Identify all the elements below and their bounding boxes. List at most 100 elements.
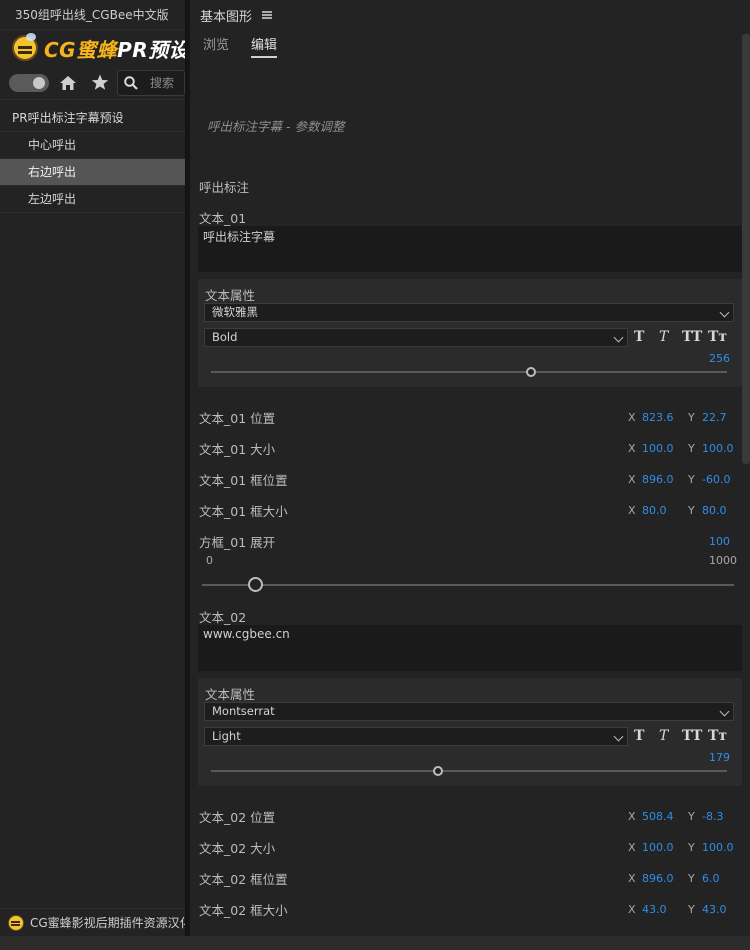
- y-value[interactable]: 43.0: [702, 903, 727, 916]
- faux-bold-button[interactable]: T: [634, 329, 644, 345]
- brand-cg-text: CG蜜蜂: [44, 37, 118, 62]
- font-size-slider[interactable]: [211, 770, 727, 772]
- x-value[interactable]: 43.0: [642, 903, 667, 916]
- y-value[interactable]: 6.0: [702, 872, 720, 885]
- x-value[interactable]: 823.6: [642, 411, 674, 424]
- expand-min: 0: [206, 554, 213, 567]
- font-size-slider[interactable]: [211, 371, 727, 373]
- font-size-value[interactable]: 179: [709, 751, 730, 764]
- faux-bold-button[interactable]: T: [634, 728, 644, 744]
- x-axis-label: X: [628, 504, 636, 517]
- y-value[interactable]: 100.0: [702, 841, 734, 854]
- param-label: 文本_02 大小: [199, 841, 276, 856]
- tab-edit[interactable]: 编辑: [251, 30, 278, 62]
- param-label: 文本_01 框位置: [199, 473, 288, 488]
- x-value[interactable]: 896.0: [642, 473, 674, 486]
- bee-icon: [12, 33, 38, 61]
- home-icon: [60, 75, 76, 90]
- preset-tree: PR呼出标注字幕预设 中心呼出 右边呼出 左边呼出: [0, 104, 185, 213]
- font-size-slider-handle[interactable]: [433, 766, 444, 776]
- home-button[interactable]: [55, 70, 81, 96]
- font-size-slider-handle[interactable]: [525, 367, 536, 377]
- x-axis-label: X: [628, 903, 636, 916]
- tree-item-right[interactable]: 右边呼出: [0, 159, 185, 186]
- presets-panel: 350组呼出线_CGBee中文版 CG蜜蜂PR预设库 搜索 PR呼出标注字幕预设…: [0, 0, 186, 950]
- x-axis-label: X: [628, 810, 636, 823]
- small-caps-button[interactable]: Tт: [708, 728, 727, 744]
- x-axis-label: X: [628, 442, 636, 455]
- font-family-select[interactable]: Montserrat: [204, 702, 734, 721]
- y-axis-label: Y: [688, 504, 695, 517]
- x-value[interactable]: 100.0: [642, 442, 674, 455]
- param-label: 文本_01 大小: [199, 442, 276, 457]
- y-axis-label: Y: [688, 411, 695, 424]
- favorites-button[interactable]: [87, 70, 113, 96]
- panel-header: 基本图形: [190, 0, 750, 30]
- x-axis-label: X: [628, 872, 636, 885]
- font-style-select[interactable]: Bold: [204, 328, 628, 347]
- panel-title: 350组呼出线_CGBee中文版: [0, 0, 185, 30]
- search-placeholder: 搜索: [150, 76, 175, 90]
- text2-label: 文本_02: [199, 610, 247, 625]
- font-family-value: 微软雅黑: [212, 305, 258, 319]
- y-axis-label: Y: [688, 442, 695, 455]
- font-family-value: Montserrat: [212, 704, 275, 718]
- expand-slider-handle[interactable]: [247, 577, 263, 592]
- font-style-value: Light: [212, 729, 241, 743]
- x-axis-label: X: [628, 473, 636, 486]
- font-family-select[interactable]: 微软雅黑: [204, 303, 734, 322]
- small-caps-button[interactable]: Tт: [708, 329, 727, 345]
- panel-title: 基本图形: [200, 9, 253, 25]
- search-input[interactable]: 搜索: [117, 69, 185, 96]
- y-value[interactable]: -8.3: [702, 810, 723, 823]
- param-label: 文本_01 框大小: [199, 504, 288, 519]
- param-label: 文本_02 框大小: [199, 903, 288, 918]
- chevron-down-icon: [613, 731, 624, 742]
- y-value[interactable]: 100.0: [702, 442, 734, 455]
- all-caps-button[interactable]: TT: [682, 329, 702, 345]
- x-value[interactable]: 80.0: [642, 504, 667, 517]
- font-size-value[interactable]: 256: [709, 352, 730, 365]
- bee-icon: [8, 914, 24, 931]
- text1-label: 文本_01: [199, 211, 247, 226]
- x-value[interactable]: 896.0: [642, 872, 674, 885]
- expand-value[interactable]: 100: [709, 535, 730, 548]
- star-icon: [91, 74, 109, 90]
- tree-item-left[interactable]: 左边呼出: [0, 186, 185, 213]
- chevron-down-icon: [719, 706, 730, 717]
- scrollbar[interactable]: [742, 34, 750, 464]
- font-style-select[interactable]: Light: [204, 727, 628, 746]
- toggle-switch[interactable]: [9, 73, 49, 92]
- brand-pr-text: PR预设库: [117, 37, 185, 62]
- y-value[interactable]: -60.0: [702, 473, 730, 486]
- y-value[interactable]: 80.0: [702, 504, 727, 517]
- expand-slider[interactable]: [202, 584, 734, 586]
- template-description: 呼出标注字幕 - 参数调整: [207, 119, 345, 134]
- faux-italic-button[interactable]: T: [659, 329, 668, 345]
- x-value[interactable]: 508.4: [642, 810, 674, 823]
- faux-italic-button[interactable]: T: [659, 728, 668, 744]
- param-label: 文本_02 位置: [199, 810, 276, 825]
- chevron-down-icon: [719, 307, 730, 318]
- expand-label: 方框_01 展开: [199, 535, 276, 550]
- footer-link[interactable]: CG蜜蜂影视后期插件资源汉化: [0, 908, 185, 936]
- all-caps-button[interactable]: TT: [682, 728, 702, 744]
- text-properties-title: 文本属性: [205, 687, 256, 702]
- x-axis-label: X: [628, 411, 636, 424]
- y-value[interactable]: 22.7: [702, 411, 727, 424]
- panel-menu-icon[interactable]: [262, 11, 273, 19]
- tree-item-center[interactable]: 中心呼出: [0, 132, 185, 159]
- tree-folder[interactable]: PR呼出标注字幕预设: [0, 104, 185, 132]
- x-value[interactable]: 100.0: [642, 841, 674, 854]
- text2-properties: 文本属性 Montserrat Light T T TT Tт 179: [198, 678, 742, 786]
- text2-field[interactable]: www.cgbee.cn: [198, 625, 742, 671]
- param-label: 文本_02 框位置: [199, 872, 288, 887]
- footer-text: CG蜜蜂影视后期插件资源汉化: [30, 916, 185, 930]
- expand-max: 1000: [709, 554, 737, 567]
- brand-logo: CG蜜蜂PR预设库: [0, 30, 185, 66]
- y-axis-label: Y: [688, 473, 695, 486]
- search-icon: [124, 75, 138, 90]
- text1-properties: 文本属性 微软雅黑 Bold T T TT Tт 256: [198, 279, 742, 387]
- text1-field[interactable]: 呼出标注字幕: [198, 226, 742, 272]
- tab-browse[interactable]: 浏览: [203, 30, 229, 62]
